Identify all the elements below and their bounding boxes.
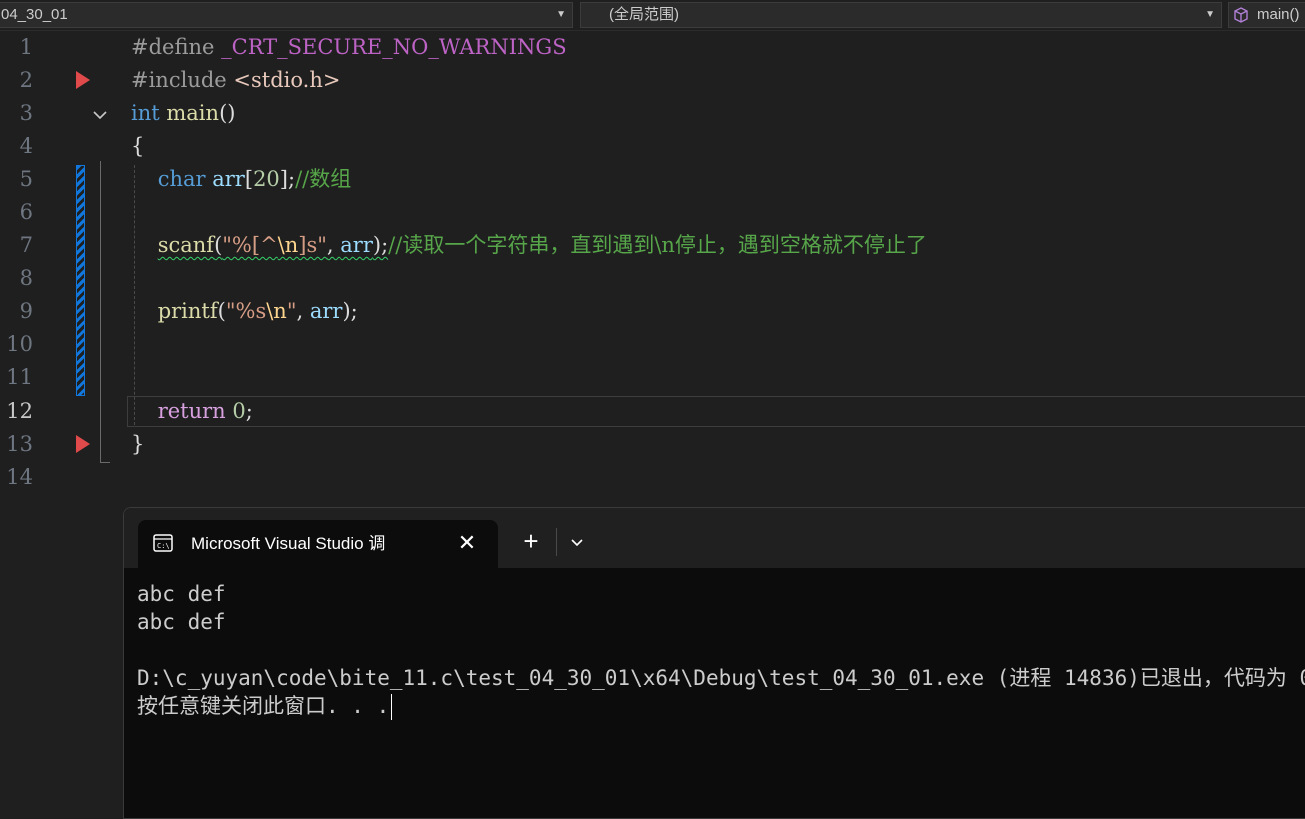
code-text: return 0; [157,399,253,423]
collapse-chevron-icon[interactable] [92,107,108,123]
code-line: 8 [0,262,1305,295]
line-number: 4 [19,134,33,158]
code-text: } [131,432,145,456]
code-text: int main() [131,101,236,125]
line-number: 13 [6,432,33,456]
console-app-icon: C:\ [153,534,173,552]
scope-combo-value: (全局范围) [609,6,679,23]
dropdown-arrow-icon: ▼ [556,9,566,20]
line-number: 1 [19,35,33,59]
new-tab-button[interactable]: + [516,526,546,556]
text-cursor [391,694,393,720]
terminal-tab[interactable]: C:\ Microsoft Visual Studio 调试控制台 ✕ [138,520,498,568]
code-line-current: 12 return 0; [0,395,1305,428]
code-text: scanf("%[^\n]s", arr);//读取一个字符串，直到遇到\n停止… [157,233,927,257]
terminal-output[interactable]: abc def abc def D:\c_yuyan\code\bite_11.… [137,580,1305,720]
code-line: 14 [0,461,1305,494]
navigation-bar: 04_30_01 ▼ (全局范围) ▼ main() [0,0,1305,31]
line-number: 12 [6,399,33,423]
terminal-line: abc def [137,610,226,634]
member-combo[interactable]: main() [1228,2,1305,28]
line-number: 5 [19,167,33,191]
code-line: 13 } [0,428,1305,461]
code-line: 4 { [0,130,1305,163]
terminal-tab-bar: C:\ Microsoft Visual Studio 调试控制台 ✕ + [124,508,1305,568]
code-line: 5 char arr[20];//数组 [0,163,1305,196]
line-number: 10 [6,332,33,356]
code-line: 2 #include <stdio.h> [0,64,1305,97]
line-number: 9 [19,299,33,323]
breakpoint-marker-icon[interactable] [76,435,90,453]
code-text: { [131,134,145,158]
code-line: 1 #define _CRT_SECURE_NO_WARNINGS [0,31,1305,64]
warning-squiggle[interactable]: scanf("%[^\n]s", arr); [158,233,388,257]
dropdown-arrow-icon: ▼ [1205,9,1215,20]
svg-text:C:\: C:\ [157,542,170,550]
debug-console-window[interactable]: C:\ Microsoft Visual Studio 调试控制台 ✕ + ab… [123,507,1305,819]
code-line: 7 scanf("%[^\n]s", arr);//读取一个字符串，直到遇到\n… [0,229,1305,262]
project-combo-value: 04_30_01 [1,6,68,23]
code-text: #define _CRT_SECURE_NO_WARNINGS [131,35,567,59]
terminal-prompt-text: 按任意键关闭此窗口. . . [137,694,390,718]
code-editor[interactable]: 1 #define _CRT_SECURE_NO_WARNINGS 2 #inc… [0,31,1305,511]
code-text: printf("%s\n", arr); [157,299,358,323]
line-number: 8 [19,266,33,290]
code-line: 3 int main() [0,97,1305,130]
scope-combo[interactable]: (全局范围) ▼ [580,2,1222,28]
code-text: char arr[20];//数组 [157,167,352,191]
line-number: 7 [19,233,33,257]
terminal-line-prompt: 按任意键关闭此窗口. . . [137,692,1305,720]
line-number: 6 [19,200,33,224]
tab-separator [556,528,557,556]
chevron-down-icon[interactable] [564,530,590,554]
line-number: 3 [19,101,33,125]
close-tab-icon[interactable]: ✕ [454,530,480,556]
project-combo[interactable]: 04_30_01 ▼ [0,2,573,28]
terminal-line: D:\c_yuyan\code\bite_11.c\test_04_30_01\… [137,666,1305,690]
line-number: 14 [6,465,33,489]
code-line: 10 [0,328,1305,361]
terminal-line: abc def [137,582,226,606]
terminal-tab-title: Microsoft Visual Studio 调试控制台 [191,534,385,553]
line-number: 11 [6,365,33,389]
breakpoint-marker-icon[interactable] [76,71,90,89]
method-cube-icon [1234,7,1248,23]
code-text: #include <stdio.h> [131,68,341,92]
code-line: 11 [0,361,1305,394]
line-number: 2 [19,68,33,92]
code-line: 6 [0,196,1305,229]
code-line: 9 printf("%s\n", arr); [0,295,1305,328]
member-combo-value: main() [1257,6,1300,23]
